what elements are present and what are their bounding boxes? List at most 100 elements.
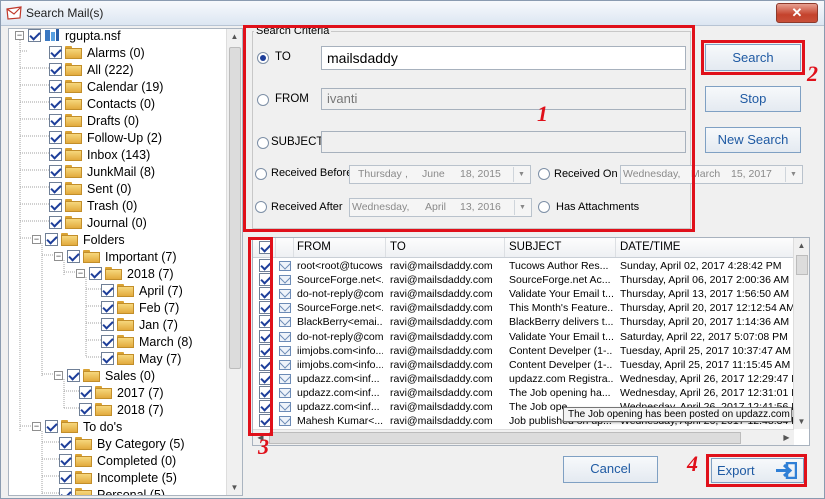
- tree-item[interactable]: Sent (0): [49, 180, 131, 197]
- cell-datetime: Thursday, April 20, 2017 1:14:36 AM: [620, 316, 790, 329]
- tree-item[interactable]: Jan (7): [101, 316, 178, 333]
- cell-from: updazz.com<inf...: [297, 401, 380, 413]
- scroll-thumb[interactable]: [796, 255, 808, 275]
- tree-item[interactable]: Calendar (19): [49, 78, 163, 95]
- grid-horizontal-scrollbar[interactable]: ◀ ▶: [253, 429, 794, 445]
- folder-icon: [61, 233, 78, 246]
- tree-item[interactable]: March (8): [101, 333, 192, 350]
- tree-vertical-scrollbar[interactable]: ▲ ▼: [226, 29, 242, 495]
- checkbox[interactable]: [101, 318, 114, 331]
- cell-subject: updazz.com Registra...: [509, 372, 613, 385]
- tree-item[interactable]: Follow-Up (2): [49, 129, 162, 146]
- scroll-thumb[interactable]: [269, 432, 741, 444]
- collapse-icon[interactable]: −: [76, 269, 85, 278]
- scroll-up-icon[interactable]: ▲: [227, 29, 242, 44]
- checkbox[interactable]: [49, 46, 62, 59]
- cell-from: SourceForge.net<...: [297, 274, 383, 287]
- collapse-icon[interactable]: −: [54, 252, 63, 261]
- mail-icon: [279, 289, 291, 300]
- tree-item[interactable]: Feb (7): [101, 299, 179, 316]
- cell-datetime: Sunday, April 02, 2017 4:28:42 PM: [620, 260, 782, 272]
- checkbox[interactable]: [59, 437, 72, 450]
- col-datetime[interactable]: DATE/TIME: [620, 241, 680, 253]
- collapse-icon[interactable]: −: [32, 422, 41, 431]
- new-search-button[interactable]: New Search: [705, 127, 801, 153]
- checkbox[interactable]: [79, 386, 92, 399]
- tree-item[interactable]: JunkMail (8): [49, 163, 155, 180]
- tree-item[interactable]: − To do's: [32, 418, 122, 435]
- close-button[interactable]: ✕: [776, 3, 818, 23]
- tree-item-label: Important (7): [105, 249, 177, 264]
- checkbox[interactable]: [28, 29, 41, 42]
- checkbox[interactable]: [45, 233, 58, 246]
- cell-from: root<root@tucows...: [297, 260, 383, 272]
- folder-icon: [75, 454, 92, 467]
- tree-item[interactable]: − Important (7): [54, 248, 177, 265]
- cancel-button[interactable]: Cancel: [563, 456, 658, 483]
- tree-item[interactable]: 2017 (7): [79, 384, 164, 401]
- checkbox[interactable]: [101, 335, 114, 348]
- scroll-down-icon[interactable]: ▼: [794, 414, 809, 429]
- checkbox[interactable]: [45, 420, 58, 433]
- mail-icon: [279, 373, 291, 384]
- checkbox[interactable]: [49, 199, 62, 212]
- checkbox[interactable]: [49, 114, 62, 127]
- folder-icon: [65, 165, 82, 178]
- scroll-right-icon[interactable]: ▶: [779, 430, 794, 445]
- tree-item[interactable]: Completed (0): [59, 452, 176, 469]
- grid-vertical-scrollbar[interactable]: ▲ ▼: [793, 238, 809, 429]
- tree-item[interactable]: Drafts (0): [49, 112, 139, 129]
- collapse-icon[interactable]: −: [15, 31, 24, 40]
- tree-item[interactable]: Personal (5): [59, 486, 165, 495]
- checkbox[interactable]: [49, 63, 62, 76]
- checkbox[interactable]: [49, 80, 62, 93]
- folder-tree: − rgupta.nsf Alarms (0) All (222) Calendar…: [8, 28, 243, 496]
- scroll-up-icon[interactable]: ▲: [794, 238, 809, 253]
- scroll-down-icon[interactable]: ▼: [227, 480, 242, 495]
- stop-button[interactable]: Stop: [705, 86, 801, 112]
- folder-icon: [65, 80, 82, 93]
- checkbox[interactable]: [49, 148, 62, 161]
- tree-item[interactable]: 2018 (7): [79, 401, 164, 418]
- tree-item[interactable]: All (222): [49, 61, 134, 78]
- tree-item[interactable]: April (7): [101, 282, 183, 299]
- checkbox[interactable]: [101, 352, 114, 365]
- mail-icon: [279, 275, 291, 286]
- checkbox[interactable]: [49, 97, 62, 110]
- checkbox[interactable]: [59, 471, 72, 484]
- checkbox[interactable]: [67, 369, 80, 382]
- tree-item[interactable]: May (7): [101, 350, 181, 367]
- scroll-thumb[interactable]: [229, 47, 241, 369]
- tree-item[interactable]: Alarms (0): [49, 44, 145, 61]
- tree-item-label: Journal (0): [87, 215, 147, 230]
- tree-item[interactable]: − 2018 (7): [76, 265, 174, 282]
- checkbox[interactable]: [101, 284, 114, 297]
- checkbox[interactable]: [101, 301, 114, 314]
- checkbox[interactable]: [49, 131, 62, 144]
- checkbox[interactable]: [67, 250, 80, 263]
- checkbox[interactable]: [49, 216, 62, 229]
- tree-item[interactable]: − Folders: [32, 231, 125, 248]
- collapse-icon[interactable]: −: [54, 371, 63, 380]
- calendar-dropdown-icon[interactable]: ▼: [785, 167, 801, 182]
- checkbox[interactable]: [49, 182, 62, 195]
- folder-icon: [117, 335, 134, 348]
- col-to[interactable]: TO: [390, 241, 406, 253]
- tree-item[interactable]: By Category (5): [59, 435, 185, 452]
- col-subject[interactable]: SUBJECT: [509, 241, 561, 253]
- cell-subject: Validate Your Email t...: [509, 330, 613, 343]
- checkbox[interactable]: [59, 488, 72, 495]
- tree-item[interactable]: − Sales (0): [54, 367, 155, 384]
- checkbox[interactable]: [89, 267, 102, 280]
- tree-item[interactable]: Incomplete (5): [59, 469, 177, 486]
- tree-item[interactable]: Trash (0): [49, 197, 137, 214]
- checkbox[interactable]: [79, 403, 92, 416]
- tree-item[interactable]: Journal (0): [49, 214, 147, 231]
- tree-item[interactable]: Inbox (143): [49, 146, 150, 163]
- collapse-icon[interactable]: −: [32, 235, 41, 244]
- checkbox[interactable]: [59, 454, 72, 467]
- checkbox[interactable]: [49, 165, 62, 178]
- tree-item[interactable]: Contacts (0): [49, 95, 155, 112]
- tree-root[interactable]: − rgupta.nsf: [15, 29, 121, 44]
- col-from[interactable]: FROM: [297, 241, 331, 253]
